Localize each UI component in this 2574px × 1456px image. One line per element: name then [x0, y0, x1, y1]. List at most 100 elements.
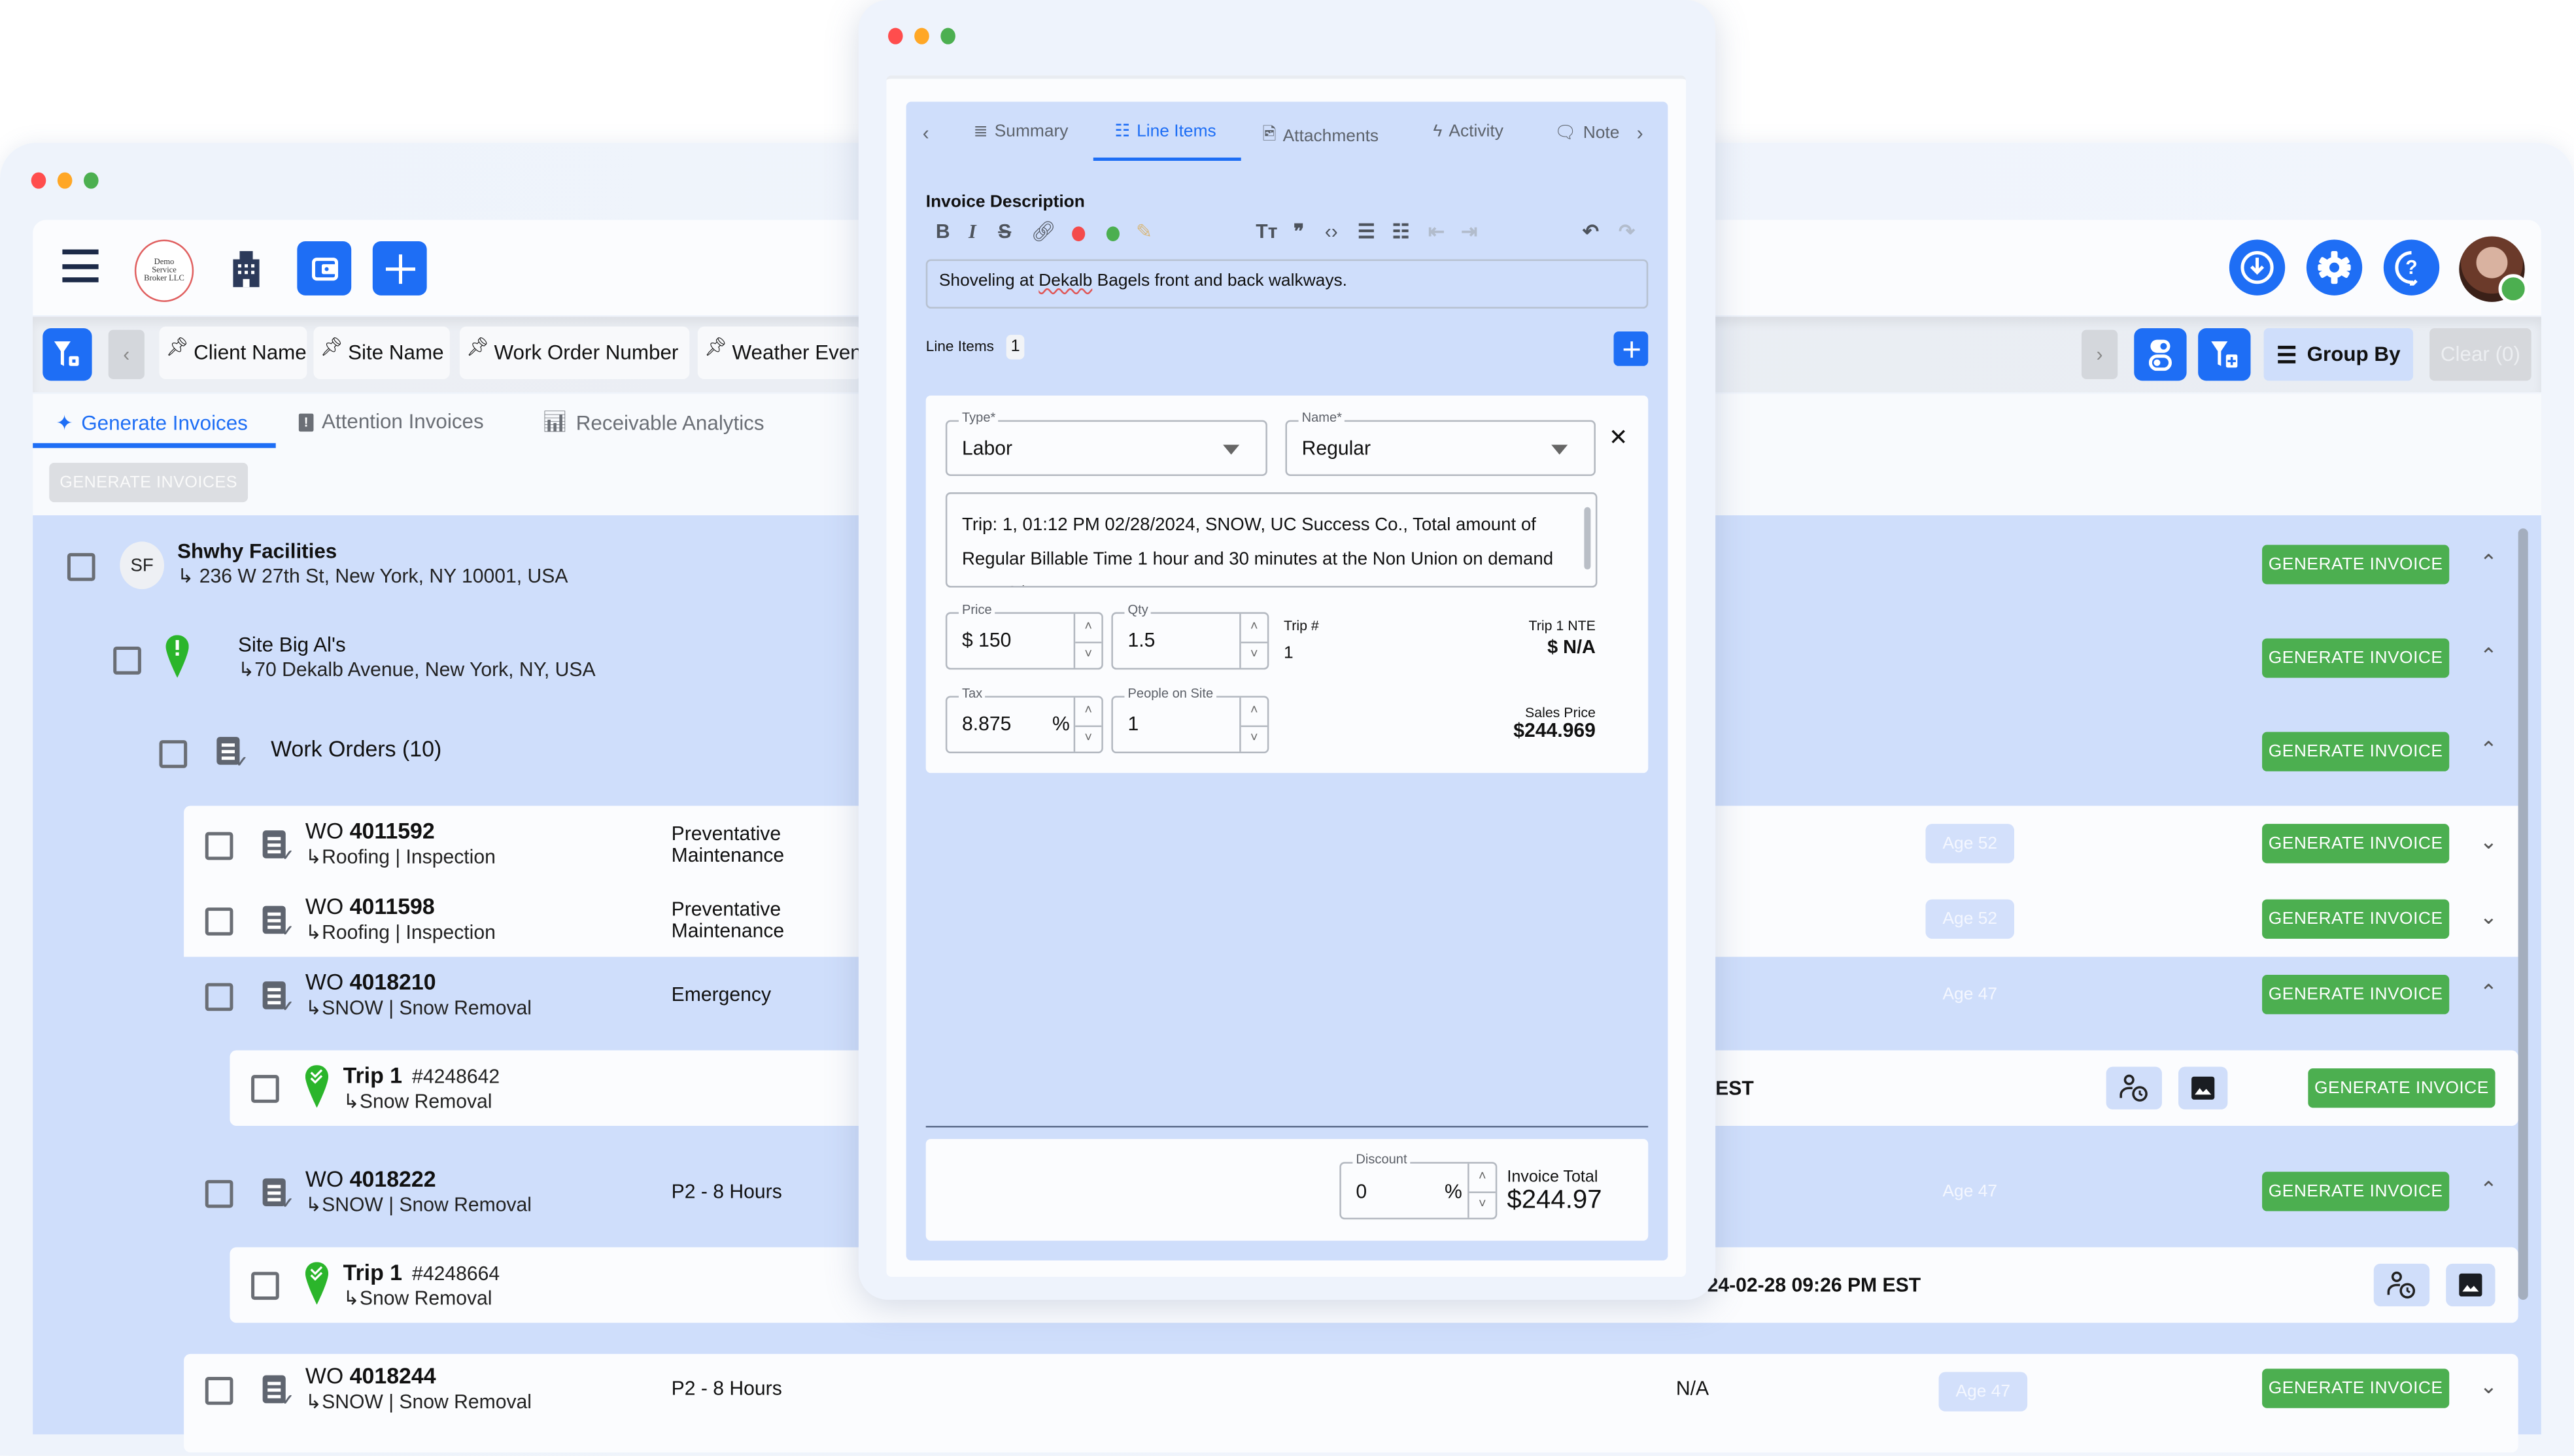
- undo-button[interactable]: ↶: [1583, 220, 1599, 243]
- window-minimize-dot[interactable]: [57, 172, 73, 189]
- bullet-list-button[interactable]: ☰: [1358, 220, 1375, 243]
- people-stepper[interactable]: ˄ ˅: [1239, 697, 1267, 752]
- modal-zoom-dot[interactable]: [940, 27, 955, 44]
- code-button[interactable]: ‹›: [1325, 220, 1338, 243]
- price-input[interactable]: Price $ 150 ˄ ˅: [945, 602, 1103, 670]
- tax-stepper[interactable]: ˄ ˅: [1073, 697, 1102, 752]
- generate-invoice-button[interactable]: GENERATE INVOICE: [2262, 1368, 2450, 1408]
- generate-invoice-button[interactable]: GENERATE INVOICE: [2262, 638, 2450, 678]
- name-select[interactable]: Name* Regular: [1285, 410, 1596, 476]
- indent-button[interactable]: ⇥: [1461, 220, 1477, 243]
- bold-button[interactable]: B: [936, 220, 950, 243]
- expand-chevron-icon[interactable]: ⌄: [2477, 829, 2500, 855]
- modal-close-dot[interactable]: [888, 27, 903, 44]
- collapse-chevron-icon[interactable]: ⌃: [2477, 737, 2500, 763]
- settings-button[interactable]: [2306, 239, 2363, 296]
- work-order-checkbox[interactable]: [205, 1179, 233, 1208]
- download-button[interactable]: [2229, 239, 2286, 296]
- red-color-button[interactable]: [1072, 226, 1086, 241]
- modal-minimize-dot[interactable]: [914, 27, 929, 44]
- generate-invoice-button[interactable]: GENERATE INVOICE: [2262, 975, 2450, 1015]
- collapse-chevron-icon[interactable]: ⌃: [2477, 980, 2500, 1006]
- filter-chip-client-name[interactable]: 📌︎ Client Name: [159, 326, 307, 379]
- tab-generate-invoices[interactable]: ✦ Generate Invoices: [56, 411, 248, 435]
- italic-button[interactable]: I: [969, 220, 976, 245]
- tabs-scroll-left[interactable]: ‹: [923, 122, 929, 144]
- help-button[interactable]: ?: [2383, 239, 2440, 296]
- expand-chevron-icon[interactable]: ⌄: [2477, 904, 2500, 930]
- window-close-dot[interactable]: [31, 172, 46, 189]
- add-line-item-button[interactable]: [1613, 331, 1649, 366]
- filter-chip-site-name[interactable]: 📌︎ Site Name: [313, 326, 450, 379]
- redo-button[interactable]: ↷: [1619, 220, 1635, 243]
- work-order-checkbox[interactable]: [205, 832, 233, 860]
- hamburger-menu-icon[interactable]: [62, 249, 99, 282]
- green-color-button[interactable]: [1106, 226, 1120, 241]
- modal-tab-note[interactable]: 🗨︎ Note: [1554, 122, 1619, 143]
- scroll-left-button[interactable]: ‹: [108, 330, 145, 379]
- generate-invoice-button[interactable]: GENERATE INVOICE: [2262, 545, 2450, 584]
- work-orders-checkbox[interactable]: [159, 740, 188, 768]
- tabs-scroll-right[interactable]: ›: [1637, 122, 1643, 144]
- strikethrough-button[interactable]: S: [998, 220, 1011, 243]
- tax-input[interactable]: Tax 8.875 % ˄ ˅: [945, 686, 1103, 754]
- generate-invoice-button[interactable]: GENERATE INVOICE: [2262, 899, 2450, 939]
- photos-button[interactable]: [2178, 1066, 2228, 1109]
- link-icon[interactable]: 🔗︎: [1031, 220, 1055, 243]
- tab-attention-invoices[interactable]: ! Attention Invoices: [298, 411, 484, 433]
- discount-input[interactable]: Discount 0 % ˄ ˅: [1339, 1152, 1498, 1220]
- group-by-button[interactable]: ☰ Group By: [2263, 328, 2413, 381]
- photos-button[interactable]: [2446, 1263, 2496, 1307]
- client-checkbox[interactable]: [67, 552, 95, 581]
- trip-checkbox[interactable]: [251, 1272, 279, 1300]
- company-logo[interactable]: Demo Service Broker LLC: [134, 239, 194, 302]
- toggle-view-button[interactable]: [2134, 328, 2187, 381]
- add-button[interactable]: [372, 241, 427, 296]
- outdent-button[interactable]: ⇤: [1428, 220, 1445, 243]
- text-size-button[interactable]: Tт: [1256, 220, 1277, 243]
- modal-tab-activity[interactable]: ϟ Activity: [1433, 122, 1503, 141]
- generate-invoice-button[interactable]: GENERATE INVOICE: [2262, 1172, 2450, 1211]
- wallet-button[interactable]: [297, 241, 352, 296]
- highlighter-icon[interactable]: ✎: [1136, 220, 1152, 243]
- filter-chip-work-order-number[interactable]: 📌︎ Work Order Number: [459, 326, 690, 379]
- generate-invoice-button[interactable]: GENERATE INVOICE: [2262, 732, 2450, 771]
- invoice-description-editor[interactable]: Shoveling at Dekalb Bagels front and bac…: [925, 259, 1649, 309]
- list-scrollbar[interactable]: [2518, 528, 2528, 1300]
- people-on-site-input[interactable]: People on Site 1 ˄ ˅: [1111, 686, 1269, 754]
- generate-invoices-button[interactable]: GENERATE INVOICES: [49, 462, 249, 503]
- building-icon[interactable]: [230, 251, 262, 288]
- type-select[interactable]: Type* Labor: [945, 410, 1267, 476]
- collapse-chevron-icon[interactable]: ⌃: [2477, 550, 2500, 576]
- collapse-chevron-icon[interactable]: ⌃: [2477, 1177, 2500, 1203]
- textarea-scrollbar[interactable]: [1584, 507, 1591, 570]
- work-order-checkbox[interactable]: [205, 1377, 233, 1405]
- avatar[interactable]: [2459, 236, 2528, 304]
- site-checkbox[interactable]: [113, 647, 141, 675]
- remove-line-item-icon[interactable]: ✕: [1609, 424, 1628, 452]
- modal-tab-line-items[interactable]: ☷ Line Items: [1114, 122, 1216, 141]
- technician-time-button[interactable]: [2373, 1263, 2430, 1307]
- expand-chevron-icon[interactable]: ⌄: [2477, 1374, 2500, 1400]
- add-filter-button[interactable]: [2198, 328, 2251, 381]
- modal-tab-summary[interactable]: ≣ Summary: [974, 122, 1069, 141]
- collapse-chevron-icon[interactable]: ⌃: [2477, 643, 2500, 669]
- window-zoom-dot[interactable]: [84, 172, 99, 189]
- filter-chip-weather-event[interactable]: 📌︎ Weather Event: [697, 326, 862, 379]
- qty-input[interactable]: Qty 1.5 ˄ ˅: [1111, 602, 1269, 670]
- filter-lock-button[interactable]: [43, 328, 92, 381]
- clear-filters-button[interactable]: Clear (0): [2429, 328, 2531, 381]
- qty-stepper[interactable]: ˄ ˅: [1239, 613, 1267, 668]
- discount-stepper[interactable]: ˄ ˅: [1467, 1163, 1496, 1218]
- price-stepper[interactable]: ˄ ˅: [1073, 613, 1102, 668]
- technician-time-button[interactable]: [2106, 1066, 2162, 1109]
- numbered-list-button[interactable]: ☷: [1392, 220, 1410, 243]
- quote-button[interactable]: ❞: [1294, 220, 1304, 243]
- generate-invoice-button[interactable]: GENERATE INVOICE: [2308, 1068, 2496, 1108]
- scroll-right-button[interactable]: ›: [2081, 330, 2118, 379]
- trip-checkbox[interactable]: [251, 1075, 279, 1103]
- line-item-details-textarea[interactable]: Trip: 1, 01:12 PM 02/28/2024, SNOW, UC S…: [945, 492, 1598, 588]
- tab-receivable-analytics[interactable]: 📊︎ Receivable Analytics: [541, 411, 764, 435]
- modal-tab-attachments[interactable]: 🖻︎ Attachments: [1262, 122, 1379, 151]
- work-order-checkbox[interactable]: [205, 983, 233, 1011]
